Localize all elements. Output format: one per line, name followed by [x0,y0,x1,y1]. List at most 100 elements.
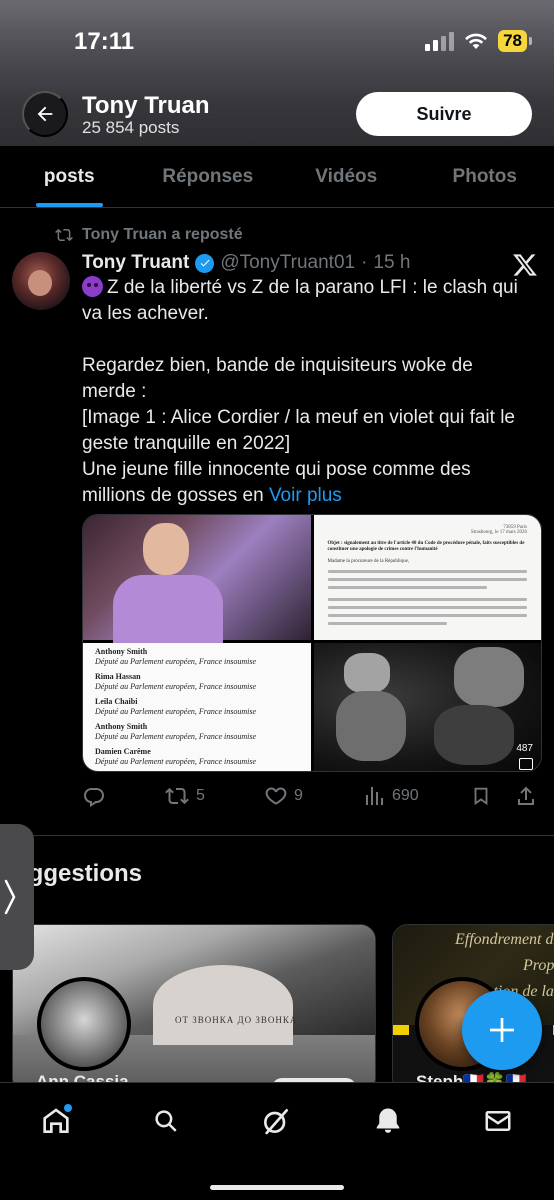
doc-line [327,606,527,609]
posts-count: 25 854 posts [82,118,180,137]
like-button[interactable]: 9 [264,784,362,808]
nav-notifications[interactable] [368,1101,408,1141]
like-count: 9 [294,787,303,804]
post-media-grid: 73859 Paris Strasbourg, le 17 mars 2026 … [82,514,542,772]
signatory-role: Député au Parlement européen, France ins… [95,707,257,716]
signatory-role: Député au Parlement européen, France ins… [95,682,257,691]
tab-videos[interactable]: Vidéos [277,146,416,207]
doc-line [327,622,448,625]
doc-date: Strasbourg, le 17 mars 2026 [470,530,527,535]
doc-salutation: Madame la procureure de la République, [327,559,410,564]
arrow-left-icon [37,106,53,122]
tab-replies[interactable]: Réponses [139,146,278,207]
signal-icon [425,31,455,51]
profile-name: Tony Truan [82,92,210,119]
battery-cap [529,37,532,45]
mail-icon [485,1111,511,1131]
battery-level: 78 [498,30,527,52]
signatory-role: Député au Parlement européen, France ins… [95,732,257,741]
suggestion-card-1[interactable]: ОТ ЗВОНКА ДО ЗВОНКА [12,924,376,1094]
post-body: Z de la liberté vs Z de la parano LFI : … [82,277,518,506]
media-signatories[interactable]: Anthony Smith Député au Parlement europé… [83,643,311,771]
bookmark-icon [474,787,488,806]
verified-badge-icon [195,253,215,273]
bar-chart-icon [366,787,383,805]
bookmark-button[interactable] [470,784,514,808]
smiling-devil-emoji-icon [82,276,103,297]
plus-icon [490,1018,514,1042]
views-button[interactable]: 690 [362,784,470,808]
nav-search[interactable] [146,1101,186,1141]
back-button[interactable] [22,91,68,137]
video-figure [433,705,514,765]
grok-icon [264,1109,288,1135]
tab-photos[interactable]: Photos [416,146,554,207]
section-divider [0,835,554,836]
signatory-role: Député au Parlement européen, France ins… [95,657,257,666]
chevron-right-icon [4,879,16,915]
author-name[interactable]: Tony Truant [82,252,189,274]
doc-line [327,586,488,589]
video-figure [343,653,390,693]
repost-count: 5 [196,787,205,804]
home-indicator [210,1185,344,1190]
bell-icon [376,1108,400,1133]
post-text[interactable]: Z de la liberté vs Z de la parano LFI : … [82,275,522,509]
heart-icon [265,787,287,805]
reply-button[interactable] [82,784,164,808]
follow-button[interactable]: Suivre [356,92,532,136]
signatory-name: Rima Hassan [95,672,141,681]
wifi-icon [465,33,488,49]
banner-tattoo-text: ОТ ЗВОНКА ДО ЗВОНКА [175,1015,298,1025]
video-figure [335,691,406,761]
nav-home[interactable] [36,1101,76,1141]
share-button[interactable] [514,784,538,808]
search-icon [155,1110,177,1132]
signatory-name: Damien Carême [95,747,151,756]
author-avatar[interactable] [12,252,70,310]
video-figure [453,647,524,707]
compose-button[interactable] [462,990,542,1070]
status-icons: 78 [425,30,532,52]
see-more-link[interactable]: Voir plus [269,485,342,506]
signatory-name: Leila Chaibi [95,697,138,706]
profile-tabs: posts Réponses Vidéos Photos [0,146,554,208]
media-video[interactable]: 487 [313,643,541,771]
share-icon [518,786,534,805]
doc-subject: Objet : signalement au titre de l'articl… [327,541,525,552]
author-handle[interactable]: @TonyTruant01 [220,252,355,274]
repost-icon [165,787,189,805]
doc-line [327,578,527,581]
profile-header: 17:11 78 Tony Truan 25 854 posts Suivre [0,0,554,146]
banner-text: Effondrement du [455,931,554,948]
signatory-name: Anthony Smith [95,722,148,731]
post-time: 15 h [373,252,411,273]
doc-line [327,598,527,601]
status-time: 17:11 [74,28,135,55]
repost-indicator[interactable]: Tony Truan a reposté [54,226,243,244]
post-header: Tony Truant @TonyTruant01 · 15 h [82,252,410,274]
repost-button[interactable]: 5 [164,784,264,808]
bottom-navigation [0,1082,554,1200]
views-count: 690 [392,787,419,804]
doc-line [327,614,527,617]
suggestion-avatar-1[interactable] [37,977,131,1071]
meta-separator: · [361,252,368,273]
repost-icon [55,228,73,242]
tab-posts[interactable]: posts [0,146,139,207]
banner-text: Propa [523,957,554,974]
media-document[interactable]: 73859 Paris Strasbourg, le 17 mars 2026 … [313,515,541,640]
home-notification-dot [64,1104,72,1112]
post-actions: 5 9 690 [82,782,542,810]
video-views: 487 [516,743,533,754]
nav-grok[interactable] [256,1101,296,1141]
signatory-name: Anthony Smith [95,647,148,656]
media-photo-1[interactable] [83,515,311,643]
reply-icon [84,788,104,808]
nav-messages[interactable] [478,1101,518,1141]
side-panel-handle[interactable] [0,824,34,970]
video-device-icon [519,758,533,770]
doc-line [327,570,527,573]
signatory-role: Député au Parlement européen, France ins… [95,757,257,766]
repost-label: Tony Truan a reposté [82,226,243,243]
